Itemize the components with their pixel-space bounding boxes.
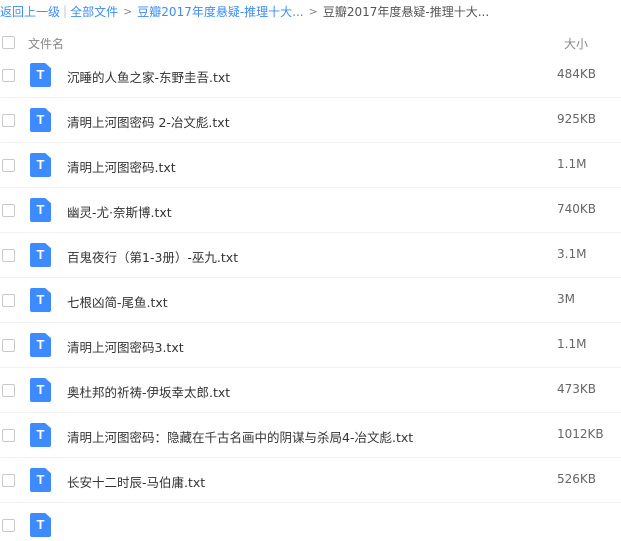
chevron-right-icon: >	[123, 4, 133, 18]
list-header: 文件名 大小	[0, 30, 621, 54]
row-checkbox[interactable]	[2, 384, 15, 397]
file-size: 925KB	[557, 112, 597, 126]
txt-file-icon: T	[30, 198, 51, 222]
row-checkbox[interactable]	[2, 249, 15, 262]
breadcrumb: 返回上一级 | 全部文件 > 豆瓣2017年度悬疑-推理十大... > 豆瓣20…	[0, 0, 621, 22]
file-row[interactable]: T 奥杜邦的祈祷-伊坂幸太郎.txt 473KB	[0, 368, 621, 413]
txt-file-icon: T	[30, 378, 51, 402]
txt-file-icon: T	[30, 468, 51, 492]
txt-file-icon: T	[30, 153, 51, 177]
file-size: 1.1M	[557, 157, 587, 171]
file-size: 473KB	[557, 382, 597, 396]
file-name[interactable]: 奥杜邦的祈祷-伊坂幸太郎.txt	[67, 382, 230, 401]
file-size: 526KB	[557, 472, 597, 486]
file-row[interactable]: T 沉睡的人鱼之家-东野圭吾.txt 484KB	[0, 53, 621, 98]
file-name[interactable]: 清明上河图密码：隐藏在千古名画中的阴谋与杀局4-冶文彪.txt	[67, 427, 413, 446]
file-size: 3.1M	[557, 247, 587, 261]
parent-folder-link[interactable]: 豆瓣2017年度悬疑-推理十大...	[137, 3, 303, 20]
chevron-right-icon: >	[308, 4, 318, 18]
row-checkbox[interactable]	[2, 294, 15, 307]
file-name[interactable]: 七根凶简-尾鱼.txt	[67, 292, 168, 311]
file-row[interactable]: T	[0, 503, 621, 541]
row-checkbox[interactable]	[2, 204, 15, 217]
column-header-name[interactable]: 文件名	[28, 35, 64, 52]
row-checkbox[interactable]	[2, 519, 15, 532]
file-size: 3M	[557, 292, 575, 306]
row-checkbox[interactable]	[2, 429, 15, 442]
file-size: 484KB	[557, 67, 597, 81]
file-row[interactable]: T 百鬼夜行（第1-3册）-巫九.txt 3.1M	[0, 233, 621, 278]
txt-file-icon: T	[30, 333, 51, 357]
file-list: T 沉睡的人鱼之家-东野圭吾.txt 484KB T 清明上河图密码 2-冶文彪…	[0, 53, 621, 541]
row-checkbox[interactable]	[2, 159, 15, 172]
txt-file-icon: T	[30, 243, 51, 267]
file-name[interactable]: 百鬼夜行（第1-3册）-巫九.txt	[67, 247, 238, 266]
file-row[interactable]: T 清明上河图密码3.txt 1.1M	[0, 323, 621, 368]
file-row[interactable]: T 清明上河图密码：隐藏在千古名画中的阴谋与杀局4-冶文彪.txt 1012KB	[0, 413, 621, 458]
file-row[interactable]: T 清明上河图密码 2-冶文彪.txt 925KB	[0, 98, 621, 143]
file-name[interactable]: 清明上河图密码3.txt	[67, 337, 184, 356]
txt-file-icon: T	[30, 288, 51, 312]
back-link[interactable]: 返回上一级	[0, 3, 60, 20]
file-row[interactable]: T 七根凶简-尾鱼.txt 3M	[0, 278, 621, 323]
file-name[interactable]: 幽灵-尤·奈斯博.txt	[67, 202, 172, 221]
current-folder-label: 豆瓣2017年度悬疑-推理十大...	[322, 4, 490, 19]
txt-file-icon: T	[30, 108, 51, 132]
file-size: 1012KB	[557, 427, 604, 441]
file-size: 740KB	[557, 202, 597, 216]
select-all-checkbox[interactable]	[2, 36, 15, 49]
row-checkbox[interactable]	[2, 339, 15, 352]
file-name[interactable]: 沉睡的人鱼之家-东野圭吾.txt	[67, 67, 230, 86]
row-checkbox[interactable]	[2, 474, 15, 487]
breadcrumb-separator: |	[63, 4, 68, 18]
row-checkbox[interactable]	[2, 114, 15, 127]
row-checkbox[interactable]	[2, 69, 15, 82]
txt-file-icon: T	[30, 513, 51, 537]
file-row[interactable]: T 幽灵-尤·奈斯博.txt 740KB	[0, 188, 621, 233]
file-size: 1.1M	[557, 337, 587, 351]
txt-file-icon: T	[30, 423, 51, 447]
file-name[interactable]: 清明上河图密码 2-冶文彪.txt	[67, 112, 230, 131]
column-header-size[interactable]: 大小	[564, 35, 588, 52]
file-name[interactable]: 长安十二时辰-马伯庸.txt	[67, 472, 205, 491]
file-row[interactable]: T 清明上河图密码.txt 1.1M	[0, 143, 621, 188]
file-row[interactable]: T 长安十二时辰-马伯庸.txt 526KB	[0, 458, 621, 503]
file-name[interactable]: 清明上河图密码.txt	[67, 157, 176, 176]
txt-file-icon: T	[30, 63, 51, 87]
all-files-link[interactable]: 全部文件	[70, 3, 118, 20]
